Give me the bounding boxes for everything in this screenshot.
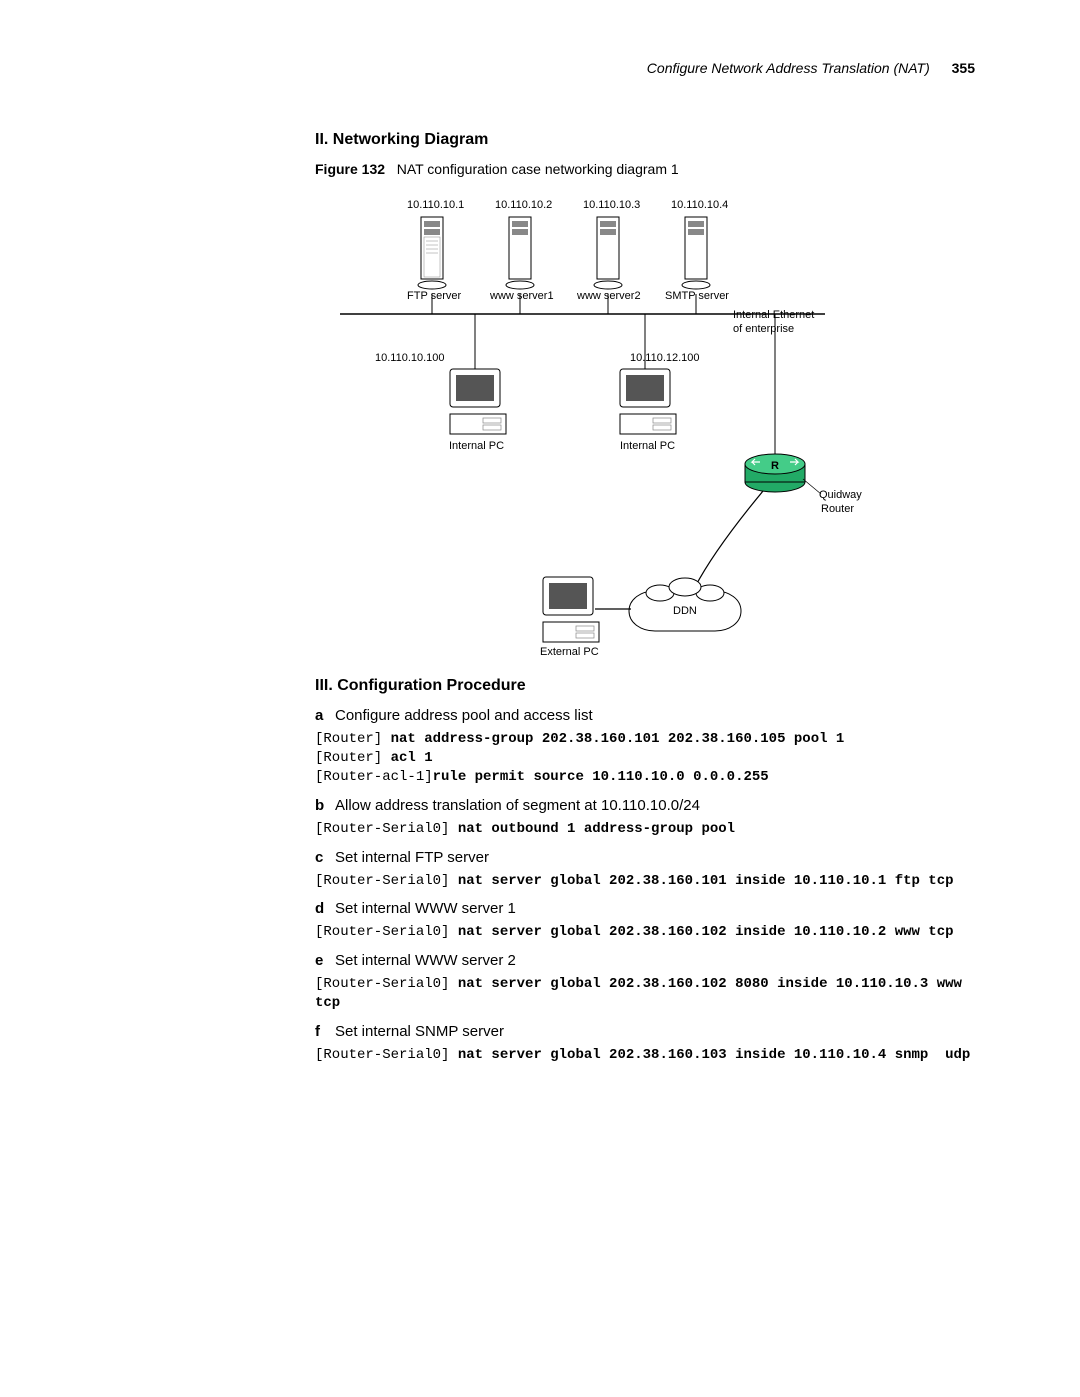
step-e: e Set internal WWW server 2 — [315, 952, 975, 969]
step-b-text: Allow address translation of segment at … — [335, 797, 700, 814]
figure-caption: Figure 132 NAT configuration case networ… — [315, 161, 975, 177]
label-ddn: DDN — [673, 605, 697, 619]
figure-text: NAT configuration case networking diagra… — [397, 161, 679, 177]
content-column: II. Networking Diagram Figure 132 NAT co… — [315, 131, 975, 1065]
network-diagram: R — [315, 189, 875, 659]
step-a-letter: a — [315, 707, 335, 724]
label-router2: Router — [821, 503, 854, 517]
step-b-letter: b — [315, 797, 335, 814]
label-server1-name: FTP server — [407, 290, 461, 304]
step-d: d Set internal WWW server 1 — [315, 900, 975, 917]
label-server1-ip: 10.110.10.1 — [407, 199, 464, 213]
step-a: a Configure address pool and access list — [315, 707, 975, 724]
label-net2: of enterprise — [733, 323, 794, 337]
step-d-text: Set internal WWW server 1 — [335, 900, 516, 917]
label-server4-ip: 10.110.10.4 — [671, 199, 728, 213]
chapter-title: Configure Network Address Translation (N… — [647, 60, 930, 76]
step-e-text: Set internal WWW server 2 — [335, 952, 516, 969]
code-c: [Router-Serial0] nat server global 202.3… — [315, 872, 975, 891]
label-extpc: External PC — [540, 646, 599, 660]
step-c: c Set internal FTP server — [315, 849, 975, 866]
figure-label: Figure 132 — [315, 161, 385, 177]
page-number: 355 — [952, 60, 975, 76]
code-d: [Router-Serial0] nat server global 202.3… — [315, 923, 975, 942]
svg-text:R: R — [771, 460, 779, 472]
label-pc1-name: Internal PC — [449, 440, 504, 454]
step-b: b Allow address translation of segment a… — [315, 797, 975, 814]
running-header: Configure Network Address Translation (N… — [105, 60, 975, 76]
page: Configure Network Address Translation (N… — [0, 0, 1080, 1135]
label-server3-name: www server2 — [577, 290, 641, 304]
step-f-text: Set internal SNMP server — [335, 1023, 504, 1040]
step-c-letter: c — [315, 849, 335, 866]
label-server2-name: www server1 — [490, 290, 554, 304]
diagram-svg: R — [315, 189, 875, 659]
code-a: [Router] nat address-group 202.38.160.10… — [315, 730, 975, 787]
step-f-letter: f — [315, 1023, 335, 1040]
step-c-text: Set internal FTP server — [335, 849, 489, 866]
step-e-letter: e — [315, 952, 335, 969]
label-pc2-name: Internal PC — [620, 440, 675, 454]
code-f: [Router-Serial0] nat server global 202.3… — [315, 1046, 975, 1065]
label-server2-ip: 10.110.10.2 — [495, 199, 552, 213]
code-b: [Router-Serial0] nat outbound 1 address-… — [315, 820, 975, 839]
label-net1: Internal Ethernet — [733, 309, 814, 323]
label-pc1-ip: 10.110.10.100 — [375, 352, 445, 366]
label-pc2-ip: 10.110.12.100 — [630, 352, 700, 366]
step-d-letter: d — [315, 900, 335, 917]
step-a-text: Configure address pool and access list — [335, 707, 593, 724]
code-e: [Router-Serial0] nat server global 202.3… — [315, 975, 975, 1013]
label-router1: Quidway — [819, 489, 862, 503]
label-server4-name: SMTP server — [665, 290, 729, 304]
step-f: f Set internal SNMP server — [315, 1023, 975, 1040]
section-heading-2: II. Networking Diagram — [315, 131, 975, 149]
section-heading-3: III. Configuration Procedure — [315, 677, 975, 695]
label-server3-ip: 10.110.10.3 — [583, 199, 640, 213]
